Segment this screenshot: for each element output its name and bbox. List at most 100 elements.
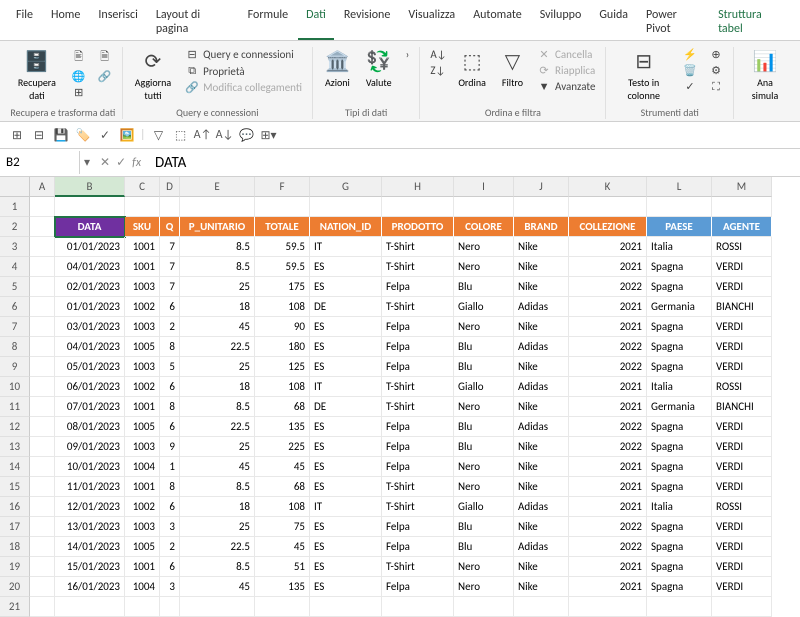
- row-header[interactable]: 16: [0, 497, 30, 517]
- cell[interactable]: DE: [310, 397, 382, 417]
- row-header[interactable]: 2: [0, 217, 30, 237]
- cell[interactable]: 8.5: [180, 257, 255, 277]
- cell[interactable]: [30, 277, 55, 297]
- row-header[interactable]: 7: [0, 317, 30, 337]
- cell[interactable]: 2021: [569, 397, 647, 417]
- cell[interactable]: 1004: [125, 577, 160, 597]
- cell[interactable]: [30, 377, 55, 397]
- cell[interactable]: 6: [160, 297, 180, 317]
- qat-font-down[interactable]: A↓: [216, 126, 234, 144]
- cell[interactable]: ES: [310, 317, 382, 337]
- qat-border[interactable]: ⊞▾: [260, 126, 278, 144]
- cell[interactable]: Nero: [454, 557, 514, 577]
- cell[interactable]: 59.5: [255, 237, 310, 257]
- cell[interactable]: [255, 197, 310, 217]
- header-sku[interactable]: SKU: [125, 217, 160, 237]
- cell[interactable]: ES: [310, 537, 382, 557]
- cell[interactable]: 8: [160, 397, 180, 417]
- cell[interactable]: [30, 357, 55, 377]
- cell[interactable]: Italia: [647, 497, 712, 517]
- cell[interactable]: 2022: [569, 337, 647, 357]
- cell[interactable]: ES: [310, 437, 382, 457]
- cell[interactable]: 1003: [125, 357, 160, 377]
- cell[interactable]: Adidas: [514, 337, 569, 357]
- cell[interactable]: 68: [255, 397, 310, 417]
- cell[interactable]: 2: [160, 537, 180, 557]
- cell[interactable]: Felpa: [382, 537, 454, 557]
- cell[interactable]: Nike: [514, 477, 569, 497]
- cell[interactable]: 1: [160, 457, 180, 477]
- row-header[interactable]: 19: [0, 557, 30, 577]
- cell[interactable]: T-Shirt: [382, 377, 454, 397]
- cell[interactable]: [30, 197, 55, 217]
- cell[interactable]: T-Shirt: [382, 257, 454, 277]
- cell[interactable]: 6: [160, 557, 180, 577]
- btn-recent[interactable]: 🗎: [94, 47, 116, 68]
- cell[interactable]: Felpa: [382, 417, 454, 437]
- cell[interactable]: 1003: [125, 437, 160, 457]
- header-colore[interactable]: COLORE: [454, 217, 514, 237]
- cell[interactable]: Nike: [514, 457, 569, 477]
- cell[interactable]: [712, 597, 772, 617]
- cell[interactable]: [454, 197, 514, 217]
- cell[interactable]: VERDI: [712, 337, 772, 357]
- cell[interactable]: Giallo: [454, 377, 514, 397]
- cell[interactable]: 6: [160, 417, 180, 437]
- btn-ordina[interactable]: ⬚Ordina: [452, 47, 492, 91]
- cell[interactable]: 08/01/2023: [55, 417, 125, 437]
- cell[interactable]: ES: [310, 457, 382, 477]
- cell[interactable]: 22.5: [180, 337, 255, 357]
- btn-dm[interactable]: ⛶: [705, 79, 727, 95]
- header-agente[interactable]: AGENTE: [712, 217, 772, 237]
- col-header-H[interactable]: H: [382, 177, 454, 197]
- cell[interactable]: 1005: [125, 537, 160, 557]
- cell[interactable]: 45: [255, 537, 310, 557]
- cell[interactable]: 108: [255, 297, 310, 317]
- cell[interactable]: ES: [310, 257, 382, 277]
- fx-icon[interactable]: fx: [130, 156, 143, 170]
- cell[interactable]: Adidas: [514, 297, 569, 317]
- cell[interactable]: 10/01/2023: [55, 457, 125, 477]
- cell[interactable]: 09/01/2023: [55, 437, 125, 457]
- cell[interactable]: [30, 297, 55, 317]
- cell[interactable]: ES: [310, 277, 382, 297]
- cell[interactable]: 135: [255, 577, 310, 597]
- row-header[interactable]: 13: [0, 437, 30, 457]
- col-header-G[interactable]: G: [310, 177, 382, 197]
- cell[interactable]: VERDI: [712, 517, 772, 537]
- cell[interactable]: VERDI: [712, 437, 772, 457]
- cell[interactable]: [30, 457, 55, 477]
- cell[interactable]: 04/01/2023: [55, 337, 125, 357]
- cell[interactable]: 8: [160, 337, 180, 357]
- tab-sviluppo[interactable]: Sviluppo: [532, 4, 590, 40]
- cell[interactable]: [30, 597, 55, 617]
- btn-avanzate[interactable]: ▼Avanzate: [533, 79, 599, 94]
- cell[interactable]: DE: [310, 297, 382, 317]
- cell[interactable]: 1001: [125, 257, 160, 277]
- col-header-E[interactable]: E: [180, 177, 255, 197]
- cell[interactable]: 1003: [125, 517, 160, 537]
- cell[interactable]: [55, 597, 125, 617]
- cell[interactable]: 25: [180, 277, 255, 297]
- cell[interactable]: 2021: [569, 257, 647, 277]
- btn-sort-za[interactable]: Z↓: [426, 63, 448, 78]
- cell[interactable]: [30, 477, 55, 497]
- cell[interactable]: Adidas: [514, 417, 569, 437]
- col-header-B[interactable]: B: [55, 177, 125, 197]
- cell[interactable]: 135: [255, 417, 310, 437]
- qat-font-up[interactable]: A↑: [194, 126, 212, 144]
- btn-analisi[interactable]: 📊Ana simula: [740, 47, 790, 104]
- cell[interactable]: 05/01/2023: [55, 357, 125, 377]
- cell[interactable]: 1005: [125, 337, 160, 357]
- name-box[interactable]: B2: [0, 151, 80, 174]
- cell[interactable]: 1003: [125, 317, 160, 337]
- row-header[interactable]: 21: [0, 597, 30, 617]
- cell[interactable]: ES: [310, 517, 382, 537]
- cell[interactable]: Blu: [454, 537, 514, 557]
- cell[interactable]: 1003: [125, 277, 160, 297]
- btn-testo-colonne[interactable]: ⊟Testo in colonne: [612, 47, 675, 104]
- col-header-A[interactable]: A: [30, 177, 55, 197]
- cell[interactable]: 1005: [125, 417, 160, 437]
- row-header[interactable]: 14: [0, 457, 30, 477]
- header-nation_id[interactable]: NATION_ID: [310, 217, 382, 237]
